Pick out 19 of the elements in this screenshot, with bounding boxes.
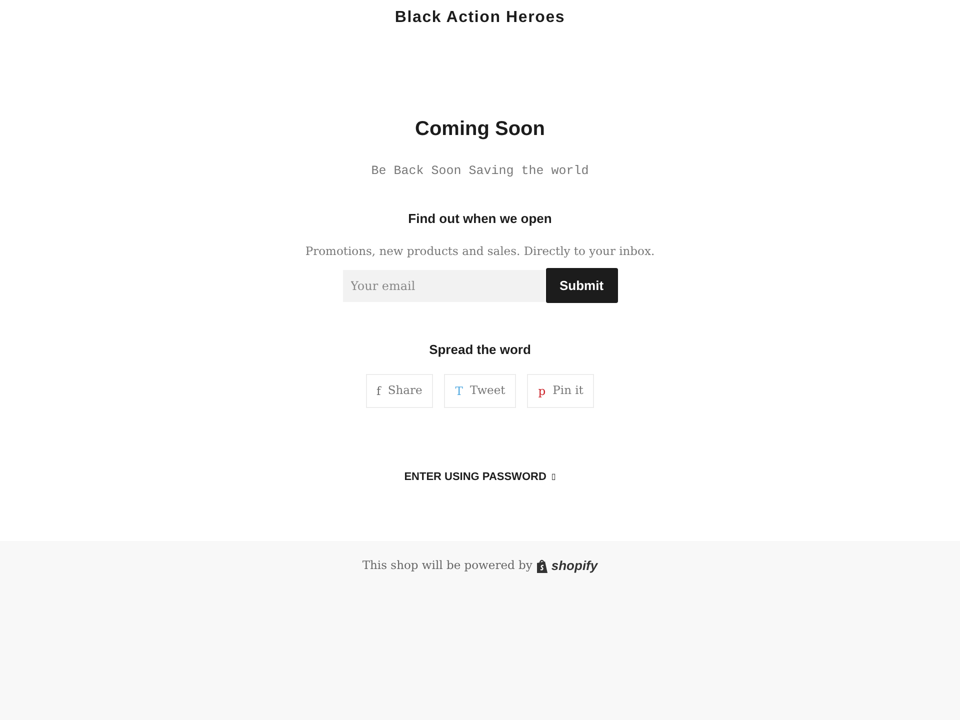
password-link[interactable]: ENTER USING PASSWORD ▯ [404,470,556,484]
page-heading: Coming Soon [415,117,545,141]
share-link[interactable]: f Share [366,374,434,408]
social-icon: p [538,384,546,398]
shopping-bag-icon [536,558,550,574]
share-heading: Spread the word [429,342,531,358]
social-icon: f [376,384,381,398]
email-field[interactable]: Your email [342,270,544,302]
social-icon: T [455,384,463,398]
box-glyph-icon: ▯ [551,472,556,482]
footer-text: This shop will be powered by [362,557,532,574]
store-title: Black Action Heroes [394,8,566,28]
logo-link[interactable]: shopify [536,556,598,576]
newsletter-heading: Find out when we open [408,211,552,227]
share-link[interactable]: p Pin it [527,374,594,408]
message-text: Be Back Soon Saving the world [371,163,589,179]
share-link[interactable]: T Tweet [444,374,516,408]
submit-button[interactable]: Submit [546,268,618,303]
newsletter-text: Promotions, new products and sales. Directly to your inbox. [305,244,655,258]
